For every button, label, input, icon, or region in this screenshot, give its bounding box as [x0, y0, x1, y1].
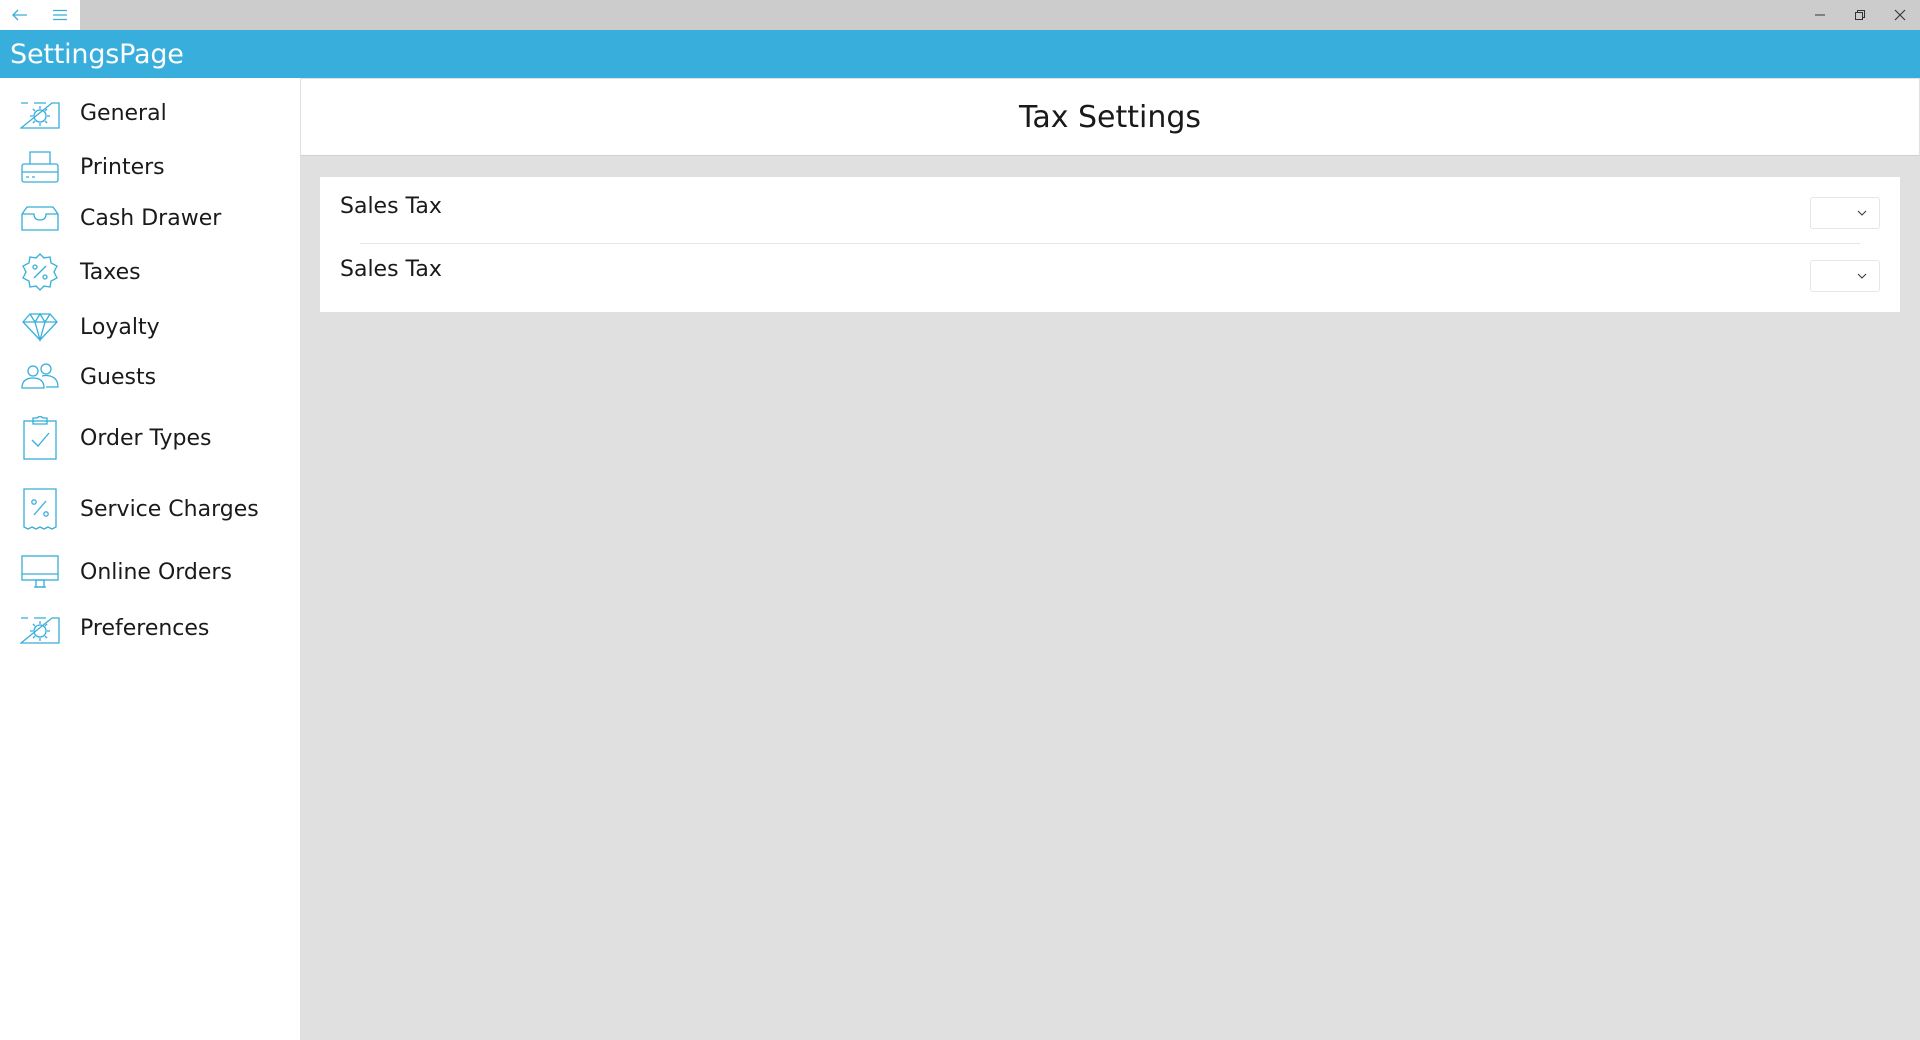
title-bar-nav — [0, 0, 80, 30]
tax-row: Sales Tax — [320, 240, 1900, 300]
restore-button[interactable] — [1840, 0, 1880, 30]
sidebar-item-printers[interactable]: Printers — [0, 141, 300, 193]
gear-window-icon — [20, 608, 60, 648]
sidebar-item-label: Preferences — [80, 615, 210, 641]
page-title: Tax Settings — [1018, 99, 1202, 135]
sidebar-item-label: Service Charges — [80, 496, 259, 522]
chevron-down-icon — [1857, 210, 1867, 216]
sidebar-item-label: Taxes — [80, 259, 141, 285]
sidebar-item-label: Order Types — [80, 425, 212, 451]
clipboard-check-icon — [20, 415, 60, 460]
app-header: SettingsPage — [0, 30, 1920, 78]
title-bar — [0, 0, 1920, 30]
minimize-icon — [1815, 14, 1825, 16]
sidebar-item-taxes[interactable]: Taxes — [0, 246, 300, 298]
page-header: Tax Settings — [301, 79, 1919, 156]
guests-icon — [20, 357, 60, 397]
back-button[interactable] — [0, 0, 40, 30]
tax-settings-card: Sales Tax Sales Tax — [320, 177, 1900, 312]
window-controls — [1800, 0, 1920, 30]
sales-tax-dropdown[interactable] — [1810, 260, 1880, 292]
tax-row: Sales Tax — [320, 177, 1900, 237]
chevron-down-icon — [1857, 273, 1867, 279]
sidebar-item-preferences[interactable]: Preferences — [0, 602, 300, 654]
close-icon — [1894, 9, 1906, 21]
minimize-button[interactable] — [1800, 0, 1840, 30]
sidebar-item-label: Cash Drawer — [80, 205, 222, 231]
sidebar-item-general[interactable]: General — [0, 87, 300, 139]
sales-tax-dropdown[interactable] — [1810, 197, 1880, 229]
cash-drawer-icon — [20, 198, 60, 238]
app-title: SettingsPage — [10, 38, 184, 70]
sidebar-item-loyalty[interactable]: Loyalty — [0, 301, 300, 353]
close-button[interactable] — [1880, 0, 1920, 30]
menu-button[interactable] — [40, 0, 80, 30]
gear-window-icon — [20, 93, 60, 133]
back-arrow-icon — [12, 9, 27, 21]
sidebar-item-order-types[interactable]: Order Types — [0, 412, 300, 464]
sidebar-item-label: Guests — [80, 364, 157, 390]
sidebar-item-guests[interactable]: Guests — [0, 351, 300, 403]
percent-badge-icon — [20, 252, 60, 292]
monitor-icon — [20, 552, 60, 592]
sidebar-item-label: Online Orders — [80, 559, 232, 585]
sidebar-item-cash-drawer[interactable]: Cash Drawer — [0, 192, 300, 244]
sidebar-item-service-charges[interactable]: Service Charges — [0, 483, 300, 535]
percent-receipt-icon — [20, 488, 60, 530]
printer-icon — [20, 147, 60, 187]
sidebar-item-label: Printers — [80, 154, 165, 180]
tax-row-label: Sales Tax — [340, 194, 442, 219]
hamburger-icon — [53, 9, 67, 21]
restore-icon — [1855, 10, 1865, 20]
tax-row-label: Sales Tax — [340, 257, 442, 282]
sidebar-item-label: General — [80, 100, 167, 126]
sidebar: General Printers Cash Drawer Taxes Loyal… — [0, 78, 300, 1040]
sidebar-item-label: Loyalty — [80, 314, 160, 340]
diamond-icon — [20, 307, 60, 347]
sidebar-item-online-orders[interactable]: Online Orders — [0, 546, 300, 598]
